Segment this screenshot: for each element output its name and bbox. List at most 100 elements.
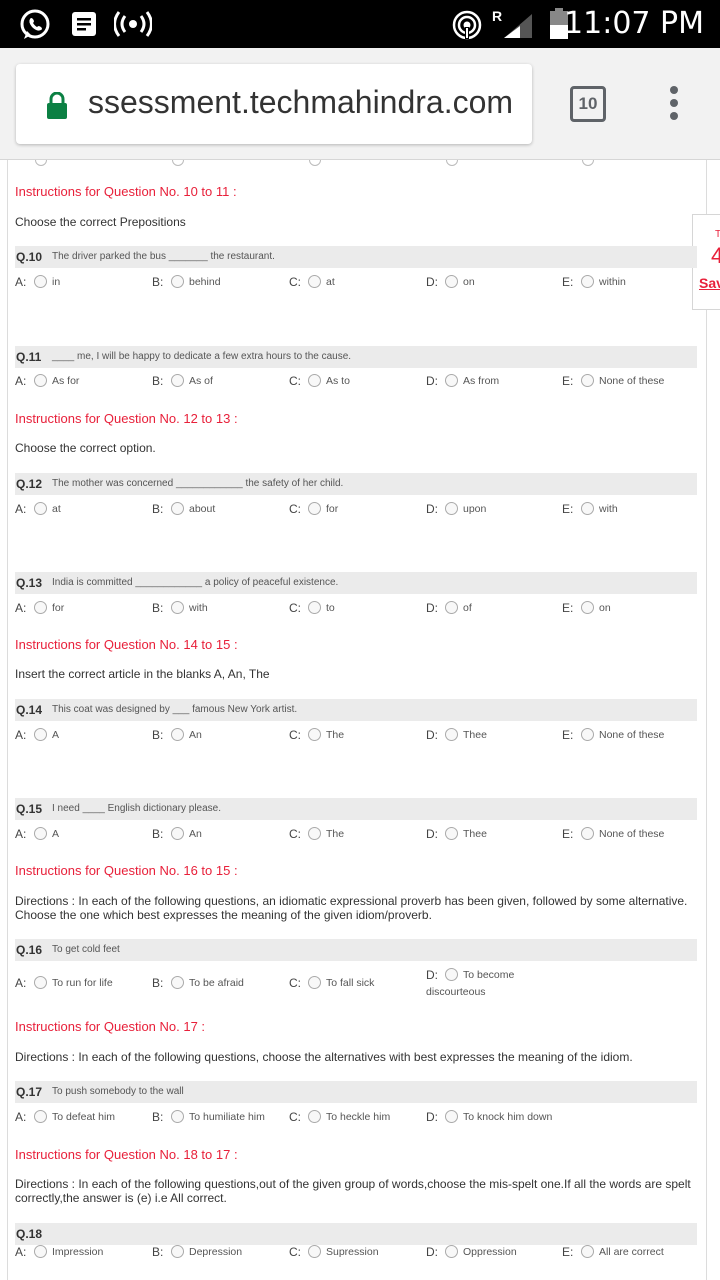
radio-button[interactable] (308, 275, 321, 288)
option-label: An (189, 828, 202, 840)
radio-button[interactable] (308, 1110, 321, 1123)
instruction-heading: Instructions for Question No. 10 to 11 : (15, 184, 237, 199)
option-label: To be afraid (189, 977, 244, 989)
radio-button[interactable] (308, 601, 321, 614)
option-label: Depression (189, 1246, 243, 1258)
radio-button[interactable] (308, 976, 321, 989)
radio-button[interactable] (34, 1245, 47, 1258)
radio-button[interactable] (34, 827, 47, 840)
question-number: Q.13 (16, 576, 43, 590)
radio-button[interactable] (581, 601, 594, 614)
question-bar: Q.18 (15, 1223, 697, 1245)
signal-icon (502, 12, 534, 45)
option-letter: E: (562, 728, 574, 742)
radio-button[interactable] (34, 601, 47, 614)
radio-button[interactable] (308, 1245, 321, 1258)
radio-button[interactable] (445, 728, 458, 741)
radio-button[interactable] (581, 728, 594, 741)
radio-button[interactable] (308, 374, 321, 387)
timer-value: 4 (711, 243, 720, 269)
radio-button[interactable] (445, 275, 458, 288)
option-letter: B: (152, 827, 164, 841)
option-label: for (52, 602, 65, 614)
instruction-text: Directions : In each of the following qu… (15, 1050, 633, 1064)
option-letter: E: (562, 827, 574, 841)
radio-button[interactable] (171, 1110, 184, 1123)
option-letter: A: (15, 601, 27, 615)
radio-button[interactable] (308, 502, 321, 515)
option-label: To humiliate him (189, 1111, 265, 1123)
option-letter: C: (289, 728, 301, 742)
option-letter: A: (15, 728, 27, 742)
radio-button[interactable] (171, 1245, 184, 1258)
radio-button[interactable] (581, 374, 594, 387)
question-bar: Q.12 The mother was concerned __________… (15, 473, 697, 495)
option-label: in (52, 276, 61, 288)
radio-button[interactable] (171, 502, 184, 515)
menu-dots-icon[interactable] (668, 86, 680, 124)
timer-label: T (715, 229, 720, 240)
option-label: at (52, 503, 61, 515)
radio-button[interactable] (34, 976, 47, 989)
radio-button[interactable] (581, 502, 594, 515)
radio-button[interactable] (445, 1245, 458, 1258)
option-label: As for (52, 375, 80, 387)
option-letter: C: (289, 1245, 301, 1259)
option-letter: A: (15, 976, 27, 990)
radio-button[interactable] (581, 827, 594, 840)
radio-button[interactable] (34, 275, 47, 288)
radio-button[interactable] (581, 1245, 594, 1258)
option-letter: D: (426, 275, 438, 289)
option-letter: D: (426, 1110, 438, 1124)
radio-button[interactable] (34, 1110, 47, 1123)
option-letter: E: (562, 601, 574, 615)
address-bar[interactable]: ssessment.techmahindra.com (16, 64, 532, 144)
question-number: Q.10 (16, 250, 43, 264)
radio-button[interactable] (34, 728, 47, 741)
radio-button[interactable] (445, 502, 458, 515)
hotspot-icon (452, 10, 482, 45)
radio-button[interactable] (308, 827, 321, 840)
option-letter: D: (426, 968, 438, 982)
option-letter: C: (289, 1110, 301, 1124)
option-label: with (189, 602, 208, 614)
option-letter: D: (426, 502, 438, 516)
instruction-heading: Instructions for Question No. 16 to 15 : (15, 863, 238, 878)
radio-button[interactable] (445, 1110, 458, 1123)
option-label: behind (189, 276, 221, 288)
question-text: The mother was concerned ____________ th… (52, 478, 344, 489)
whatsapp-icon (18, 8, 52, 47)
option-letter: A: (15, 827, 27, 841)
radio-button[interactable] (171, 601, 184, 614)
option-letter: D: (426, 728, 438, 742)
radio-button[interactable] (445, 374, 458, 387)
radio-button[interactable] (34, 374, 47, 387)
status-bar: R 11:07 PM (0, 0, 720, 48)
option-letter: A: (15, 502, 27, 516)
radio-button[interactable] (171, 976, 184, 989)
radio-button[interactable] (445, 968, 458, 981)
question-text: To get cold feet (52, 944, 120, 955)
radio-button[interactable] (308, 728, 321, 741)
option-letter: A: (15, 275, 27, 289)
option-label: To fall sick (326, 977, 375, 989)
option-label: Impression (52, 1246, 104, 1258)
option-label: with (599, 503, 618, 515)
radio-button[interactable] (171, 827, 184, 840)
radio-button[interactable] (171, 728, 184, 741)
radio-button[interactable] (445, 827, 458, 840)
question-text: This coat was designed by ___ famous New… (52, 704, 298, 715)
radio-button[interactable] (171, 275, 184, 288)
instruction-text: Directions : In each of the following qu… (15, 1177, 691, 1205)
url-text[interactable]: ssessment.techmahindra.com (88, 84, 513, 121)
save-button[interactable]: Sav (699, 275, 720, 291)
radio-button[interactable] (581, 275, 594, 288)
option-label: of (463, 602, 472, 614)
browser-toolbar: ssessment.techmahindra.com 10 (0, 48, 720, 160)
clock-time: 11:07 PM (564, 6, 704, 41)
question-number: Q.12 (16, 477, 43, 491)
radio-button[interactable] (34, 502, 47, 515)
radio-button[interactable] (171, 374, 184, 387)
radio-button[interactable] (445, 601, 458, 614)
tab-switcher-button[interactable]: 10 (570, 86, 606, 122)
